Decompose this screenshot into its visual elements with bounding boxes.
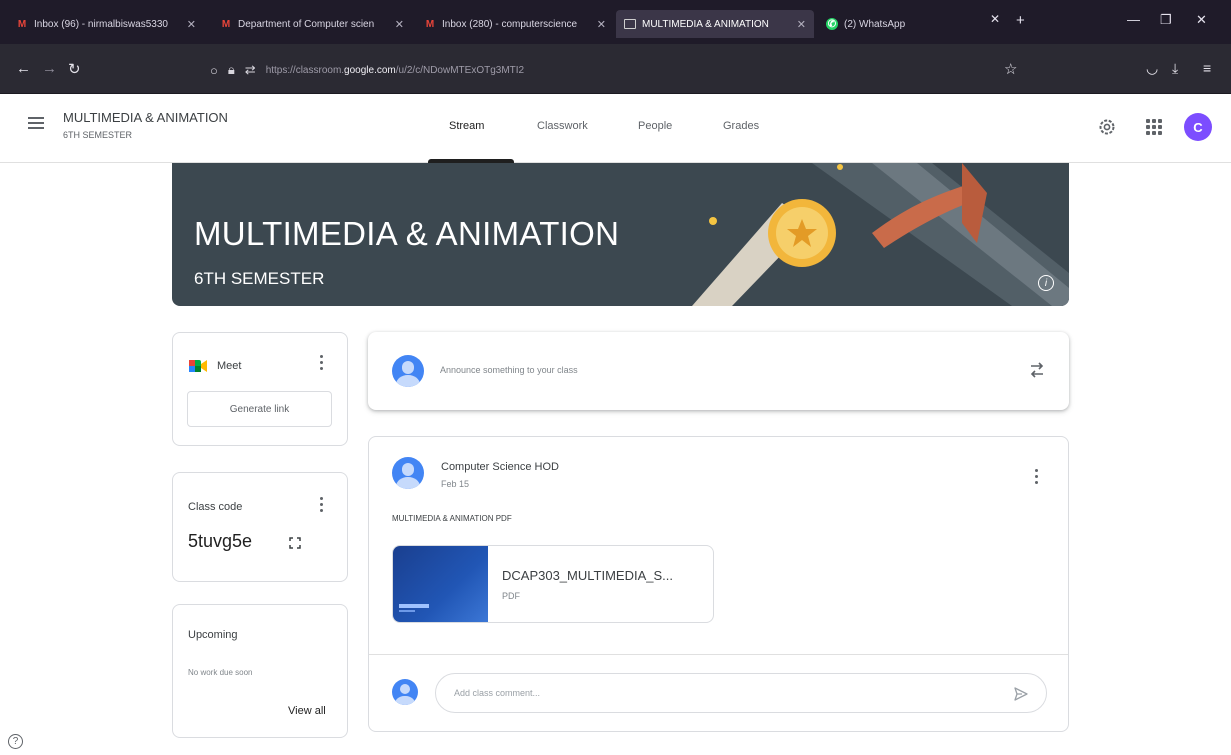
window-close-icon[interactable]: ✕ xyxy=(1196,12,1207,28)
help-icon[interactable]: ? xyxy=(8,734,23,749)
classroom-header: MULTIMEDIA & ANIMATION 6TH SEMESTER Stre… xyxy=(0,95,1231,163)
close-icon[interactable]: ✕ xyxy=(990,12,1000,26)
google-apps-icon[interactable] xyxy=(1146,119,1162,135)
reuse-post-icon[interactable] xyxy=(1028,360,1046,380)
tab-classwork[interactable]: Classwork xyxy=(537,120,588,132)
browser-tab-bar: M Inbox (96) - nirmalbiswas5330 ✕ M Depa… xyxy=(0,0,1231,44)
browser-tab-inbox-280[interactable]: M Inbox (280) - computerscience ✕ xyxy=(416,10,614,38)
gmail-icon: M xyxy=(221,18,231,30)
class-info-icon[interactable]: i xyxy=(1038,275,1054,291)
announce-placeholder[interactable]: Announce something to your class xyxy=(440,365,578,375)
announce-box[interactable]: Announce something to your class xyxy=(368,332,1069,410)
gmail-icon: M xyxy=(425,18,435,30)
url-text: https://classroom.google.com/u/2/c/NDowM… xyxy=(265,64,525,76)
whatsapp-icon: ✆ xyxy=(826,18,838,30)
fullscreen-icon[interactable] xyxy=(289,537,301,549)
attachment-card[interactable]: DCAP303_MULTIMEDIA_S... PDF xyxy=(392,545,714,623)
menu-icon[interactable]: ≡ xyxy=(1203,60,1211,76)
settings-gear-icon[interactable] xyxy=(1097,117,1117,137)
url-bar[interactable]: ○ 🔒︎ ⇄ https://classroom.google.com/u/2/… xyxy=(210,56,1030,84)
browser-tab-inbox-96[interactable]: M Inbox (96) - nirmalbiswas5330 ✕ xyxy=(8,10,204,38)
browser-nav-bar: ← → ↻ ○ 🔒︎ ⇄ https://classroom.google.co… xyxy=(0,44,1231,94)
close-icon[interactable]: ✕ xyxy=(395,18,404,31)
minimize-icon[interactable]: — xyxy=(1127,12,1140,27)
class-name[interactable]: MULTIMEDIA & ANIMATION xyxy=(63,110,228,125)
browser-tab-department[interactable]: M Department of Computer scien ✕ xyxy=(212,10,412,38)
class-banner: MULTIMEDIA & ANIMATION 6TH SEMESTER i xyxy=(172,163,1069,306)
meet-options-icon[interactable] xyxy=(319,355,323,370)
view-all-link[interactable]: View all xyxy=(288,705,326,717)
class-code-label: Class code xyxy=(188,501,243,513)
meet-label: Meet xyxy=(217,360,242,372)
upcoming-card: Upcoming No work due soon View all xyxy=(172,604,348,738)
post-date: Feb 15 xyxy=(441,479,470,489)
download-icon[interactable]: ⤓ xyxy=(1172,60,1178,77)
account-avatar[interactable]: C xyxy=(1184,113,1212,141)
gmail-icon: M xyxy=(17,18,27,30)
class-section: 6TH SEMESTER xyxy=(63,130,133,140)
class-comment-input[interactable]: Add class comment... xyxy=(435,673,1047,713)
google-meet-icon xyxy=(189,360,207,372)
shield-icon: ○ xyxy=(210,62,218,78)
browser-tab-classroom[interactable]: MULTIMEDIA & ANIMATION ✕ xyxy=(616,10,814,38)
back-icon[interactable]: ← xyxy=(16,60,31,77)
tab-people[interactable]: People xyxy=(638,120,672,132)
post-options-icon[interactable] xyxy=(1034,469,1038,484)
divider xyxy=(369,654,1068,655)
tab-stream[interactable]: Stream xyxy=(449,120,484,132)
generate-link-button[interactable]: Generate link xyxy=(187,391,332,427)
pocket-icon[interactable]: ◡ xyxy=(1146,60,1158,77)
close-icon[interactable]: ✕ xyxy=(597,18,606,31)
browser-tab-whatsapp[interactable]: ✆ (2) WhatsApp xyxy=(818,10,978,38)
restore-icon[interactable]: ❐ xyxy=(1160,12,1172,28)
class-code-value: 5tuvg5e xyxy=(188,531,253,551)
commenter-avatar xyxy=(392,679,418,705)
banner-subtitle: 6TH SEMESTER xyxy=(194,269,325,288)
stream-post: Computer Science HOD Feb 15 MULTIMEDIA &… xyxy=(368,436,1069,732)
permissions-icon[interactable]: ⇄ xyxy=(245,62,256,78)
tab-grades[interactable]: Grades xyxy=(723,120,759,132)
lock-icon: 🔒︎ xyxy=(227,62,235,77)
banner-title: MULTIMEDIA & ANIMATION xyxy=(194,215,620,252)
class-code-card: Class code 5tuvg5e xyxy=(172,472,348,582)
bookmark-star-icon[interactable]: ☆ xyxy=(1004,60,1017,78)
reload-icon[interactable]: ↻ xyxy=(68,60,81,78)
new-tab-icon[interactable]: + xyxy=(1016,12,1025,29)
attachment-type: PDF xyxy=(502,591,520,601)
upcoming-empty-text: No work due soon xyxy=(188,668,253,677)
send-icon[interactable] xyxy=(1013,686,1029,702)
post-text: MULTIMEDIA & ANIMATION PDF xyxy=(392,514,512,523)
post-author: Computer Science HOD xyxy=(441,461,559,473)
close-icon[interactable]: ✕ xyxy=(187,18,196,31)
class-code-options-icon[interactable] xyxy=(319,497,323,512)
user-avatar xyxy=(392,355,424,387)
attachment-name: DCAP303_MULTIMEDIA_S... xyxy=(502,568,673,583)
classroom-icon xyxy=(624,18,636,30)
main-menu-icon[interactable] xyxy=(28,117,44,129)
author-avatar xyxy=(392,457,424,489)
comment-placeholder: Add class comment... xyxy=(454,688,541,698)
forward-icon[interactable]: → xyxy=(42,60,57,77)
attachment-thumbnail xyxy=(393,546,488,622)
meet-card: Meet Generate link xyxy=(172,332,348,446)
close-icon[interactable]: ✕ xyxy=(797,18,806,31)
upcoming-label: Upcoming xyxy=(188,629,238,641)
